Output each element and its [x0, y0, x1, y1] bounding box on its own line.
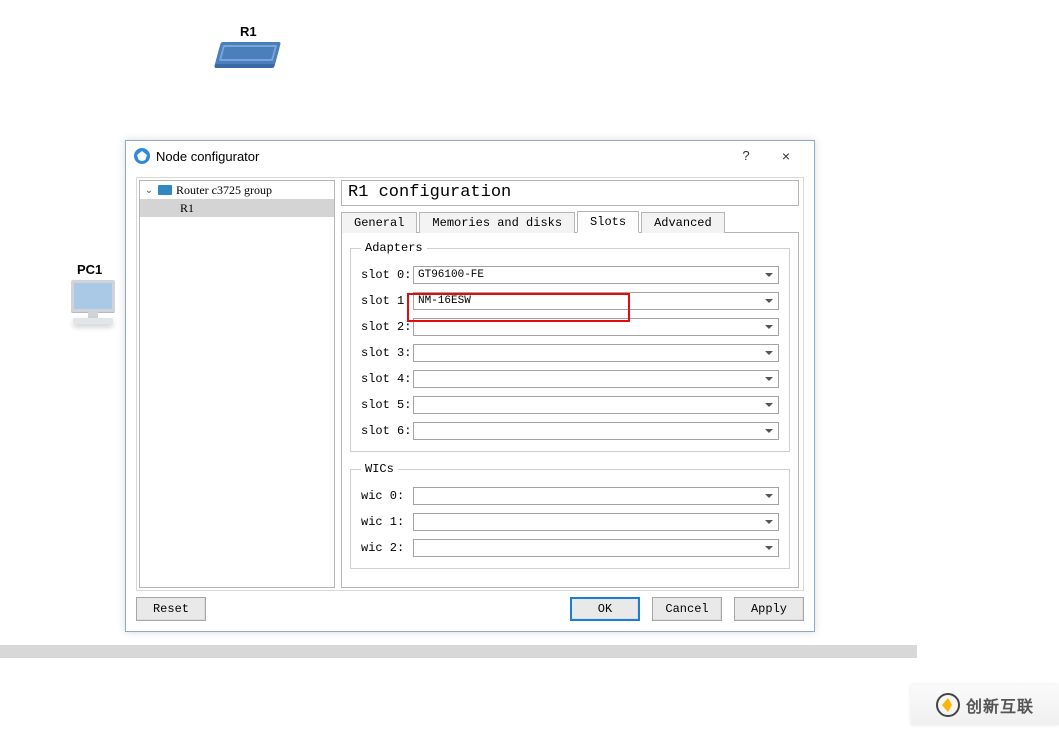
slot-5-row: slot 5: [361, 393, 779, 417]
slot-1-combo[interactable]: NM-16ESW [413, 292, 779, 310]
dropdown-arrow-icon[interactable] [760, 488, 778, 504]
apply-button[interactable]: Apply [734, 597, 804, 621]
ok-button[interactable]: OK [570, 597, 640, 621]
close-button[interactable]: × [766, 145, 806, 167]
slot-5-label: slot 5: [361, 398, 413, 412]
config-pane: R1 configuration General Memories and di… [341, 180, 799, 588]
wics-fieldset: WICs wic 0: wic 1: wic 2: [350, 462, 790, 569]
slot-1-label: slot 1: [361, 294, 413, 308]
slot-0-row: slot 0: GT96100-FE [361, 263, 779, 287]
titlebar[interactable]: Node configurator ? × [126, 141, 814, 171]
wic-0-row: wic 0: [361, 484, 779, 508]
node-configurator-dialog: Node configurator ? × ⌄ Router c3725 gro… [125, 140, 815, 632]
slot-0-value: GT96100-FE [414, 269, 760, 281]
wic-2-row: wic 2: [361, 536, 779, 560]
router-label: R1 [240, 24, 257, 39]
slot-2-combo[interactable] [413, 318, 779, 336]
dialog-body: ⌄ Router c3725 group R1 R1 configuration… [136, 177, 804, 591]
adapters-legend: Adapters [361, 241, 427, 255]
router-icon[interactable] [218, 42, 278, 68]
dropdown-arrow-icon[interactable] [760, 397, 778, 413]
pc-label: PC1 [77, 262, 102, 277]
dropdown-arrow-icon[interactable] [760, 293, 778, 309]
dropdown-arrow-icon[interactable] [760, 267, 778, 283]
dialog-buttons: Reset OK Cancel Apply [136, 597, 804, 623]
slot-5-combo[interactable] [413, 396, 779, 414]
tab-memories[interactable]: Memories and disks [419, 212, 575, 233]
chevron-down-icon[interactable]: ⌄ [144, 185, 154, 196]
wic-1-combo[interactable] [413, 513, 779, 531]
dialog-title: Node configurator [156, 149, 259, 164]
tree-group-label: Router c3725 group [176, 183, 272, 198]
adapters-fieldset: Adapters slot 0: GT96100-FE slot 1: NM-1… [350, 241, 790, 452]
slot-3-label: slot 3: [361, 346, 413, 360]
wic-0-combo[interactable] [413, 487, 779, 505]
slot-6-label: slot 6: [361, 424, 413, 438]
slot-4-label: slot 4: [361, 372, 413, 386]
slot-1-value: NM-16ESW [414, 295, 760, 307]
config-heading: R1 configuration [341, 180, 799, 206]
slot-2-label: slot 2: [361, 320, 413, 334]
wic-1-label: wic 1: [361, 515, 413, 529]
router-group-icon [158, 185, 172, 195]
tab-content-slots: Adapters slot 0: GT96100-FE slot 1: NM-1… [341, 232, 799, 588]
slot-4-combo[interactable] [413, 370, 779, 388]
watermark-text: 创新互联 [966, 693, 1034, 717]
canvas-scrollbar [0, 645, 917, 658]
wic-0-label: wic 0: [361, 489, 413, 503]
slot-4-row: slot 4: [361, 367, 779, 391]
slot-6-row: slot 6: [361, 419, 779, 443]
slot-3-combo[interactable] [413, 344, 779, 362]
help-button[interactable]: ? [726, 145, 766, 167]
dropdown-arrow-icon[interactable] [760, 319, 778, 335]
dropdown-arrow-icon[interactable] [760, 423, 778, 439]
tab-slots[interactable]: Slots [577, 211, 639, 233]
slot-0-combo[interactable]: GT96100-FE [413, 266, 779, 284]
slot-6-combo[interactable] [413, 422, 779, 440]
wic-1-row: wic 1: [361, 510, 779, 534]
slot-1-row: slot 1: NM-16ESW [361, 289, 779, 313]
tree-group-row[interactable]: ⌄ Router c3725 group [140, 181, 334, 199]
dropdown-arrow-icon[interactable] [760, 345, 778, 361]
dropdown-arrow-icon[interactable] [760, 371, 778, 387]
cancel-button[interactable]: Cancel [652, 597, 722, 621]
slot-3-row: slot 3: [361, 341, 779, 365]
node-tree[interactable]: ⌄ Router c3725 group R1 [139, 180, 335, 588]
dropdown-arrow-icon[interactable] [760, 540, 778, 556]
pc-icon[interactable] [67, 280, 119, 330]
reset-button[interactable]: Reset [136, 597, 206, 621]
tabs: General Memories and disks Slots Advance… [341, 210, 799, 232]
slot-0-label: slot 0: [361, 268, 413, 282]
watermark-logo-icon [936, 693, 960, 717]
dropdown-arrow-icon[interactable] [760, 514, 778, 530]
tree-node-label: R1 [180, 201, 194, 216]
wic-2-label: wic 2: [361, 541, 413, 555]
tree-node-r1[interactable]: R1 [140, 199, 334, 217]
wics-legend: WICs [361, 462, 398, 476]
wic-2-combo[interactable] [413, 539, 779, 557]
slot-2-row: slot 2: [361, 315, 779, 339]
tab-advanced[interactable]: Advanced [641, 212, 725, 233]
tab-general[interactable]: General [341, 212, 417, 233]
app-icon [134, 148, 150, 164]
watermark: 创新互联 [911, 685, 1059, 725]
